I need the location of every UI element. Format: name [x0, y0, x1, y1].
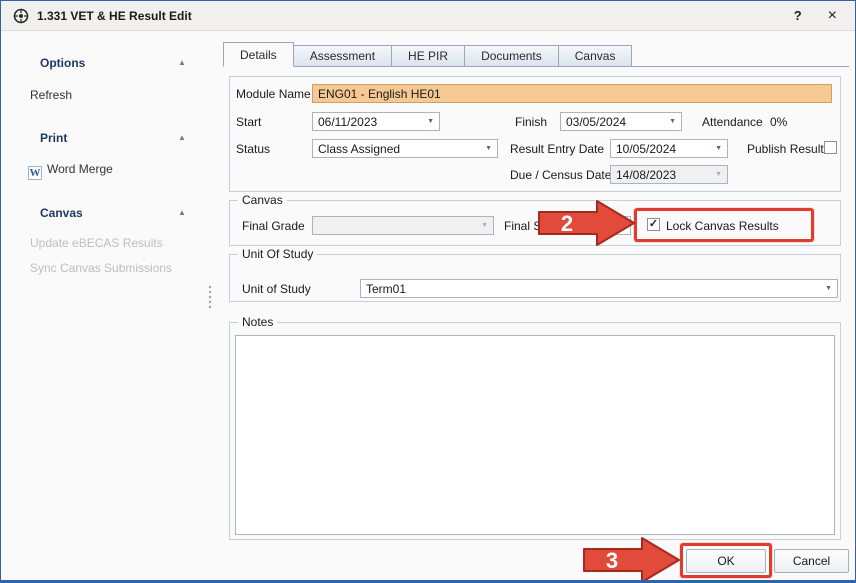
unit-of-study-group-label: Unit Of Study [238, 247, 317, 261]
sidebar-item-word-merge[interactable]: W Word Merge [28, 162, 113, 180]
result-entry-date-combo[interactable]: 10/05/2024 ▼ [610, 139, 728, 158]
start-label: Start [236, 115, 261, 129]
finish-date-value: 03/05/2024 [566, 115, 626, 129]
sidebar-section-options[interactable]: Options ▲ [2, 56, 216, 76]
sidebar-item-update-ebecas-results[interactable]: Update eBECAS Results [30, 236, 163, 250]
ok-button[interactable]: OK [686, 549, 766, 573]
notes-group-label: Notes [238, 315, 277, 329]
attendance-label: Attendance [702, 115, 763, 129]
details-tab-page: Module Name ENG01 - English HE01 Start 0… [223, 66, 849, 542]
unit-of-study-group: Unit Of Study Unit of Study Term01 ▼ [229, 254, 841, 302]
app-icon [13, 8, 29, 24]
due-census-date-label: Due / Census Date [510, 168, 611, 182]
canvas-group: Canvas Final Grade ▼ Final Score Lock Ca… [229, 200, 841, 246]
lock-canvas-results-checkbox[interactable] [647, 218, 660, 231]
status-value: Class Assigned [318, 142, 400, 156]
final-grade-label: Final Grade [242, 219, 305, 233]
chevron-down-icon: ▼ [665, 118, 676, 125]
unit-of-study-combo[interactable]: Term01 ▼ [360, 279, 838, 298]
result-entry-date-value: 10/05/2024 [616, 142, 676, 156]
tab-he-pir[interactable]: HE PIR [392, 45, 465, 67]
word-icon: W [28, 166, 42, 180]
start-date-combo[interactable]: 06/11/2023 ▼ [312, 112, 440, 131]
sidebar-item-sync-canvas-submissions[interactable]: Sync Canvas Submissions [30, 261, 172, 275]
chevron-down-icon: ▼ [711, 171, 722, 178]
sidebar-item-refresh[interactable]: Refresh [30, 88, 72, 102]
section-options-label: Options [40, 56, 85, 70]
final-score-label: Final Score [504, 219, 565, 233]
attendance-value: 0% [770, 115, 787, 129]
cancel-button[interactable]: Cancel [774, 549, 849, 573]
chevron-down-icon: ▼ [481, 145, 492, 152]
finish-label: Finish [515, 115, 547, 129]
collapse-up-icon[interactable]: ▲ [178, 208, 186, 217]
unit-of-study-label: Unit of Study [242, 282, 311, 296]
final-grade-combo[interactable]: ▼ [312, 216, 494, 235]
step-3-number: 3 [606, 548, 618, 573]
title-bar: 1.331 VET & HE Result Edit ? × [1, 1, 855, 31]
main-fields-group: Module Name ENG01 - English HE01 Start 0… [229, 76, 841, 192]
publish-result-checkbox[interactable] [824, 141, 837, 154]
update-ebecas-results-label: Update eBECAS Results [30, 236, 163, 250]
module-name-field[interactable]: ENG01 - English HE01 [312, 84, 832, 103]
start-date-value: 06/11/2023 [318, 115, 377, 129]
status-label: Status [236, 142, 270, 156]
final-score-field[interactable] [567, 216, 631, 235]
publish-result-label: Publish Result [747, 142, 824, 156]
lock-canvas-results-label: Lock Canvas Results [666, 219, 779, 233]
notes-group: Notes [229, 322, 841, 540]
chevron-down-icon: ▼ [711, 145, 722, 152]
chevron-down-icon: ▼ [821, 285, 832, 292]
sync-canvas-submissions-label: Sync Canvas Submissions [30, 261, 172, 275]
close-button[interactable]: × [822, 7, 843, 25]
status-combo[interactable]: Class Assigned ▼ [312, 139, 498, 158]
section-print-label: Print [40, 131, 67, 145]
notes-textarea[interactable] [235, 335, 835, 535]
finish-date-combo[interactable]: 03/05/2024 ▼ [560, 112, 682, 131]
refresh-label: Refresh [30, 88, 72, 102]
tab-strip: Details Assessment HE PIR Documents Canv… [223, 43, 632, 67]
vet-he-result-edit-dialog: 1.331 VET & HE Result Edit ? × Options ▲… [0, 0, 856, 583]
section-canvas-label: Canvas [40, 206, 83, 220]
module-name-label: Module Name [236, 87, 311, 101]
word-merge-label: Word Merge [47, 162, 113, 176]
due-census-date-combo[interactable]: 14/08/2023 ▼ [610, 165, 728, 184]
sidebar: Options ▲ Refresh Print ▲ W Word Merge Ca… [2, 32, 216, 577]
unit-of-study-value: Term01 [366, 282, 406, 296]
sidebar-section-print[interactable]: Print ▲ [2, 131, 216, 151]
chevron-down-icon: ▼ [477, 222, 488, 229]
tab-documents[interactable]: Documents [465, 45, 559, 67]
canvas-group-label: Canvas [238, 193, 287, 207]
sidebar-section-canvas[interactable]: Canvas ▲ [2, 206, 216, 226]
due-census-date-value: 14/08/2023 [616, 168, 676, 182]
collapse-up-icon[interactable]: ▲ [178, 58, 186, 67]
splitter-grip[interactable] [207, 284, 213, 310]
help-button[interactable]: ? [788, 6, 808, 25]
tab-canvas[interactable]: Canvas [559, 45, 633, 67]
window-title: 1.331 VET & HE Result Edit [37, 9, 192, 23]
collapse-up-icon[interactable]: ▲ [178, 133, 186, 142]
tab-assessment[interactable]: Assessment [294, 45, 392, 67]
tab-details[interactable]: Details [223, 42, 294, 67]
chevron-down-icon: ▼ [423, 118, 434, 125]
result-entry-date-label: Result Entry Date [510, 142, 604, 156]
